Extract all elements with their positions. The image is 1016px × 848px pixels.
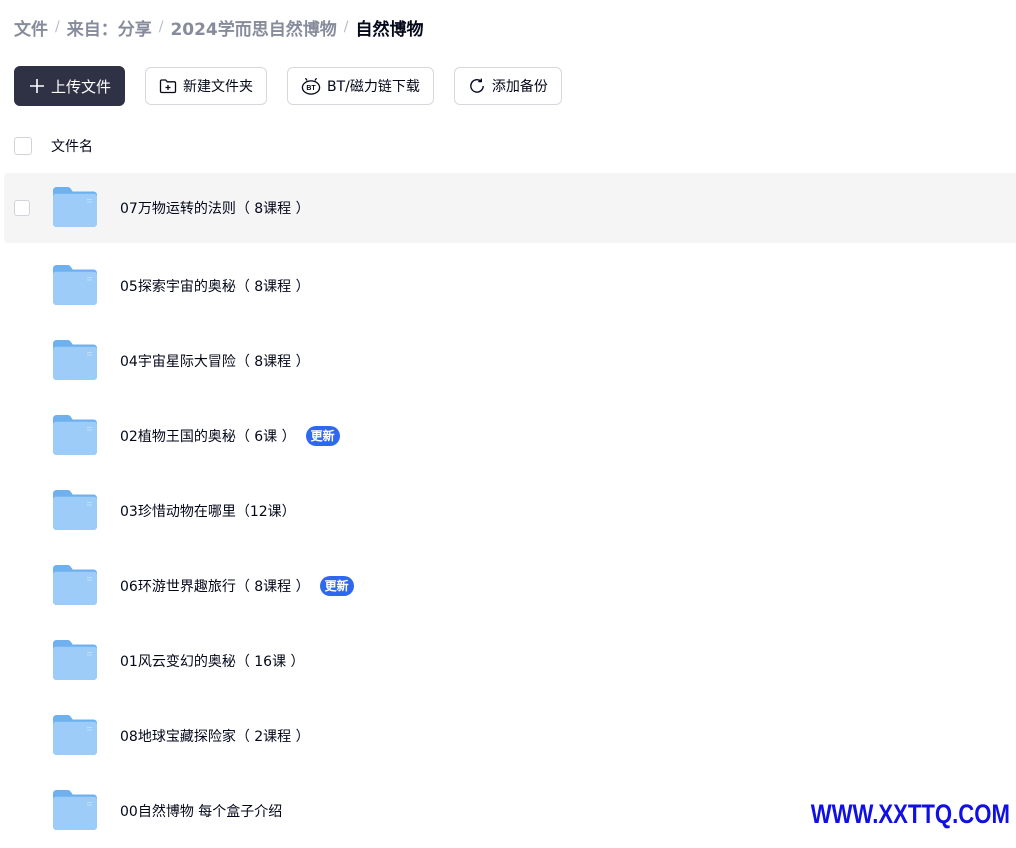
folder-icon: [52, 414, 98, 456]
file-row-name: 02植物王国的奥秘（ 6课 ） 更新: [120, 425, 340, 446]
upload-button-label: 上传文件: [51, 77, 112, 96]
file-row-name: 00自然博物 每个盒子介绍: [120, 801, 282, 821]
file-name-label: 07万物运转的法则（ 8课程 ）: [120, 201, 310, 217]
bt-icon: BT: [301, 77, 321, 95]
update-badge: 更新: [319, 575, 354, 596]
file-row[interactable]: 05探索宇宙的奥秘（ 8课程 ）: [4, 248, 1016, 323]
add-backup-button-label: 添加备份: [491, 79, 548, 95]
file-row-name: 05探索宇宙的奥秘（ 8课程 ）: [120, 276, 310, 296]
watermark: WWW.XXTTQ.COM: [810, 799, 1010, 829]
bt-download-button[interactable]: BT BT/磁力链下载: [287, 67, 434, 105]
file-name-label: 00自然博物 每个盒子介绍: [120, 803, 283, 820]
file-row[interactable]: 06环游世界趣旅行（ 8课程 ） 更新: [4, 548, 1016, 623]
file-row-name: 01风云变幻的奥秘（ 16课 ）: [120, 651, 305, 671]
file-row-name: 03珍惜动物在哪里（12课）: [120, 501, 296, 521]
breadcrumb-separator: /: [55, 19, 60, 35]
file-row[interactable]: 03珍惜动物在哪里（12课）: [4, 473, 1016, 548]
folder-icon: [52, 489, 98, 531]
new-folder-button-label: 新建文件夹: [183, 79, 254, 95]
refresh-icon: [468, 77, 486, 95]
folder-icon: [52, 564, 98, 606]
file-row-name: 06环游世界趣旅行（ 8课程 ） 更新: [120, 575, 354, 596]
file-list: 07万物运转的法则（ 8课程 ） 05探索宇宙的奥秘（ 8课程 ） 04宇宙星际…: [4, 173, 1016, 848]
file-name-label: 03珍惜动物在哪里（12课）: [120, 503, 296, 520]
folder-icon: [52, 714, 98, 756]
folder-icon: [52, 789, 98, 831]
folder-icon: [52, 339, 98, 381]
bt-download-button-label: BT/磁力链下载: [327, 79, 420, 95]
toolbar: 上传文件 新建文件夹 BT BT/磁力链下载 添加备份: [14, 66, 582, 106]
file-row[interactable]: 01风云变幻的奥秘（ 16课 ）: [4, 623, 1016, 698]
file-name-label: 02植物王国的奥秘（ 6课 ）: [120, 428, 296, 445]
breadcrumb-item-shared[interactable]: 来自：分享: [67, 15, 152, 40]
breadcrumb-separator: /: [158, 19, 164, 35]
row-checkbox[interactable]: [14, 200, 30, 216]
file-row-name: 04宇宙星际大冒险（ 8课程 ）: [120, 351, 310, 371]
add-backup-button[interactable]: 添加备份: [453, 67, 562, 105]
column-header-filename[interactable]: 文件名: [51, 136, 93, 156]
breadcrumb-separator: /: [343, 19, 349, 35]
plus-icon: [29, 78, 45, 94]
breadcrumb: 文件 / 来自：分享 / 2024学而思自然博物 / 自然博物: [14, 14, 423, 40]
svg-text:BT: BT: [306, 85, 316, 92]
file-name-label: 05探索宇宙的奥秘（ 8课程 ）: [120, 278, 310, 295]
file-row[interactable]: 02植物王国的奥秘（ 6课 ） 更新: [4, 398, 1016, 473]
folder-icon: [52, 639, 98, 681]
file-list-header: 文件名: [14, 134, 93, 158]
file-row[interactable]: 04宇宙星际大冒险（ 8课程 ）: [4, 323, 1016, 398]
file-row-name: 08地球宝藏探险家（ 2课程 ）: [120, 726, 310, 746]
folder-icon: [52, 186, 98, 228]
file-name-label: 04宇宙星际大冒险（ 8课程 ）: [120, 353, 310, 370]
upload-button[interactable]: 上传文件: [14, 66, 126, 106]
file-name-label: 08地球宝藏探险家（ 2课程 ）: [120, 728, 310, 745]
file-row-name: 07万物运转的法则（ 8课程 ）: [120, 198, 310, 218]
folder-plus-icon: [159, 78, 177, 94]
breadcrumb-item-parent-folder[interactable]: 2024学而思自然博物: [170, 15, 336, 40]
update-badge: 更新: [305, 425, 340, 446]
select-all-checkbox[interactable]: [14, 137, 32, 155]
file-row[interactable]: 07万物运转的法则（ 8课程 ）: [4, 173, 1016, 243]
file-name-label: 01风云变幻的奥秘（ 16课 ）: [120, 653, 305, 670]
file-name-label: 06环游世界趣旅行（ 8课程 ）: [120, 578, 310, 595]
file-row[interactable]: 08地球宝藏探险家（ 2课程 ）: [4, 698, 1016, 773]
breadcrumb-current: 自然博物: [355, 19, 424, 40]
breadcrumb-item-files[interactable]: 文件: [14, 15, 48, 40]
folder-icon: [52, 264, 98, 306]
new-folder-button[interactable]: 新建文件夹: [145, 67, 268, 105]
